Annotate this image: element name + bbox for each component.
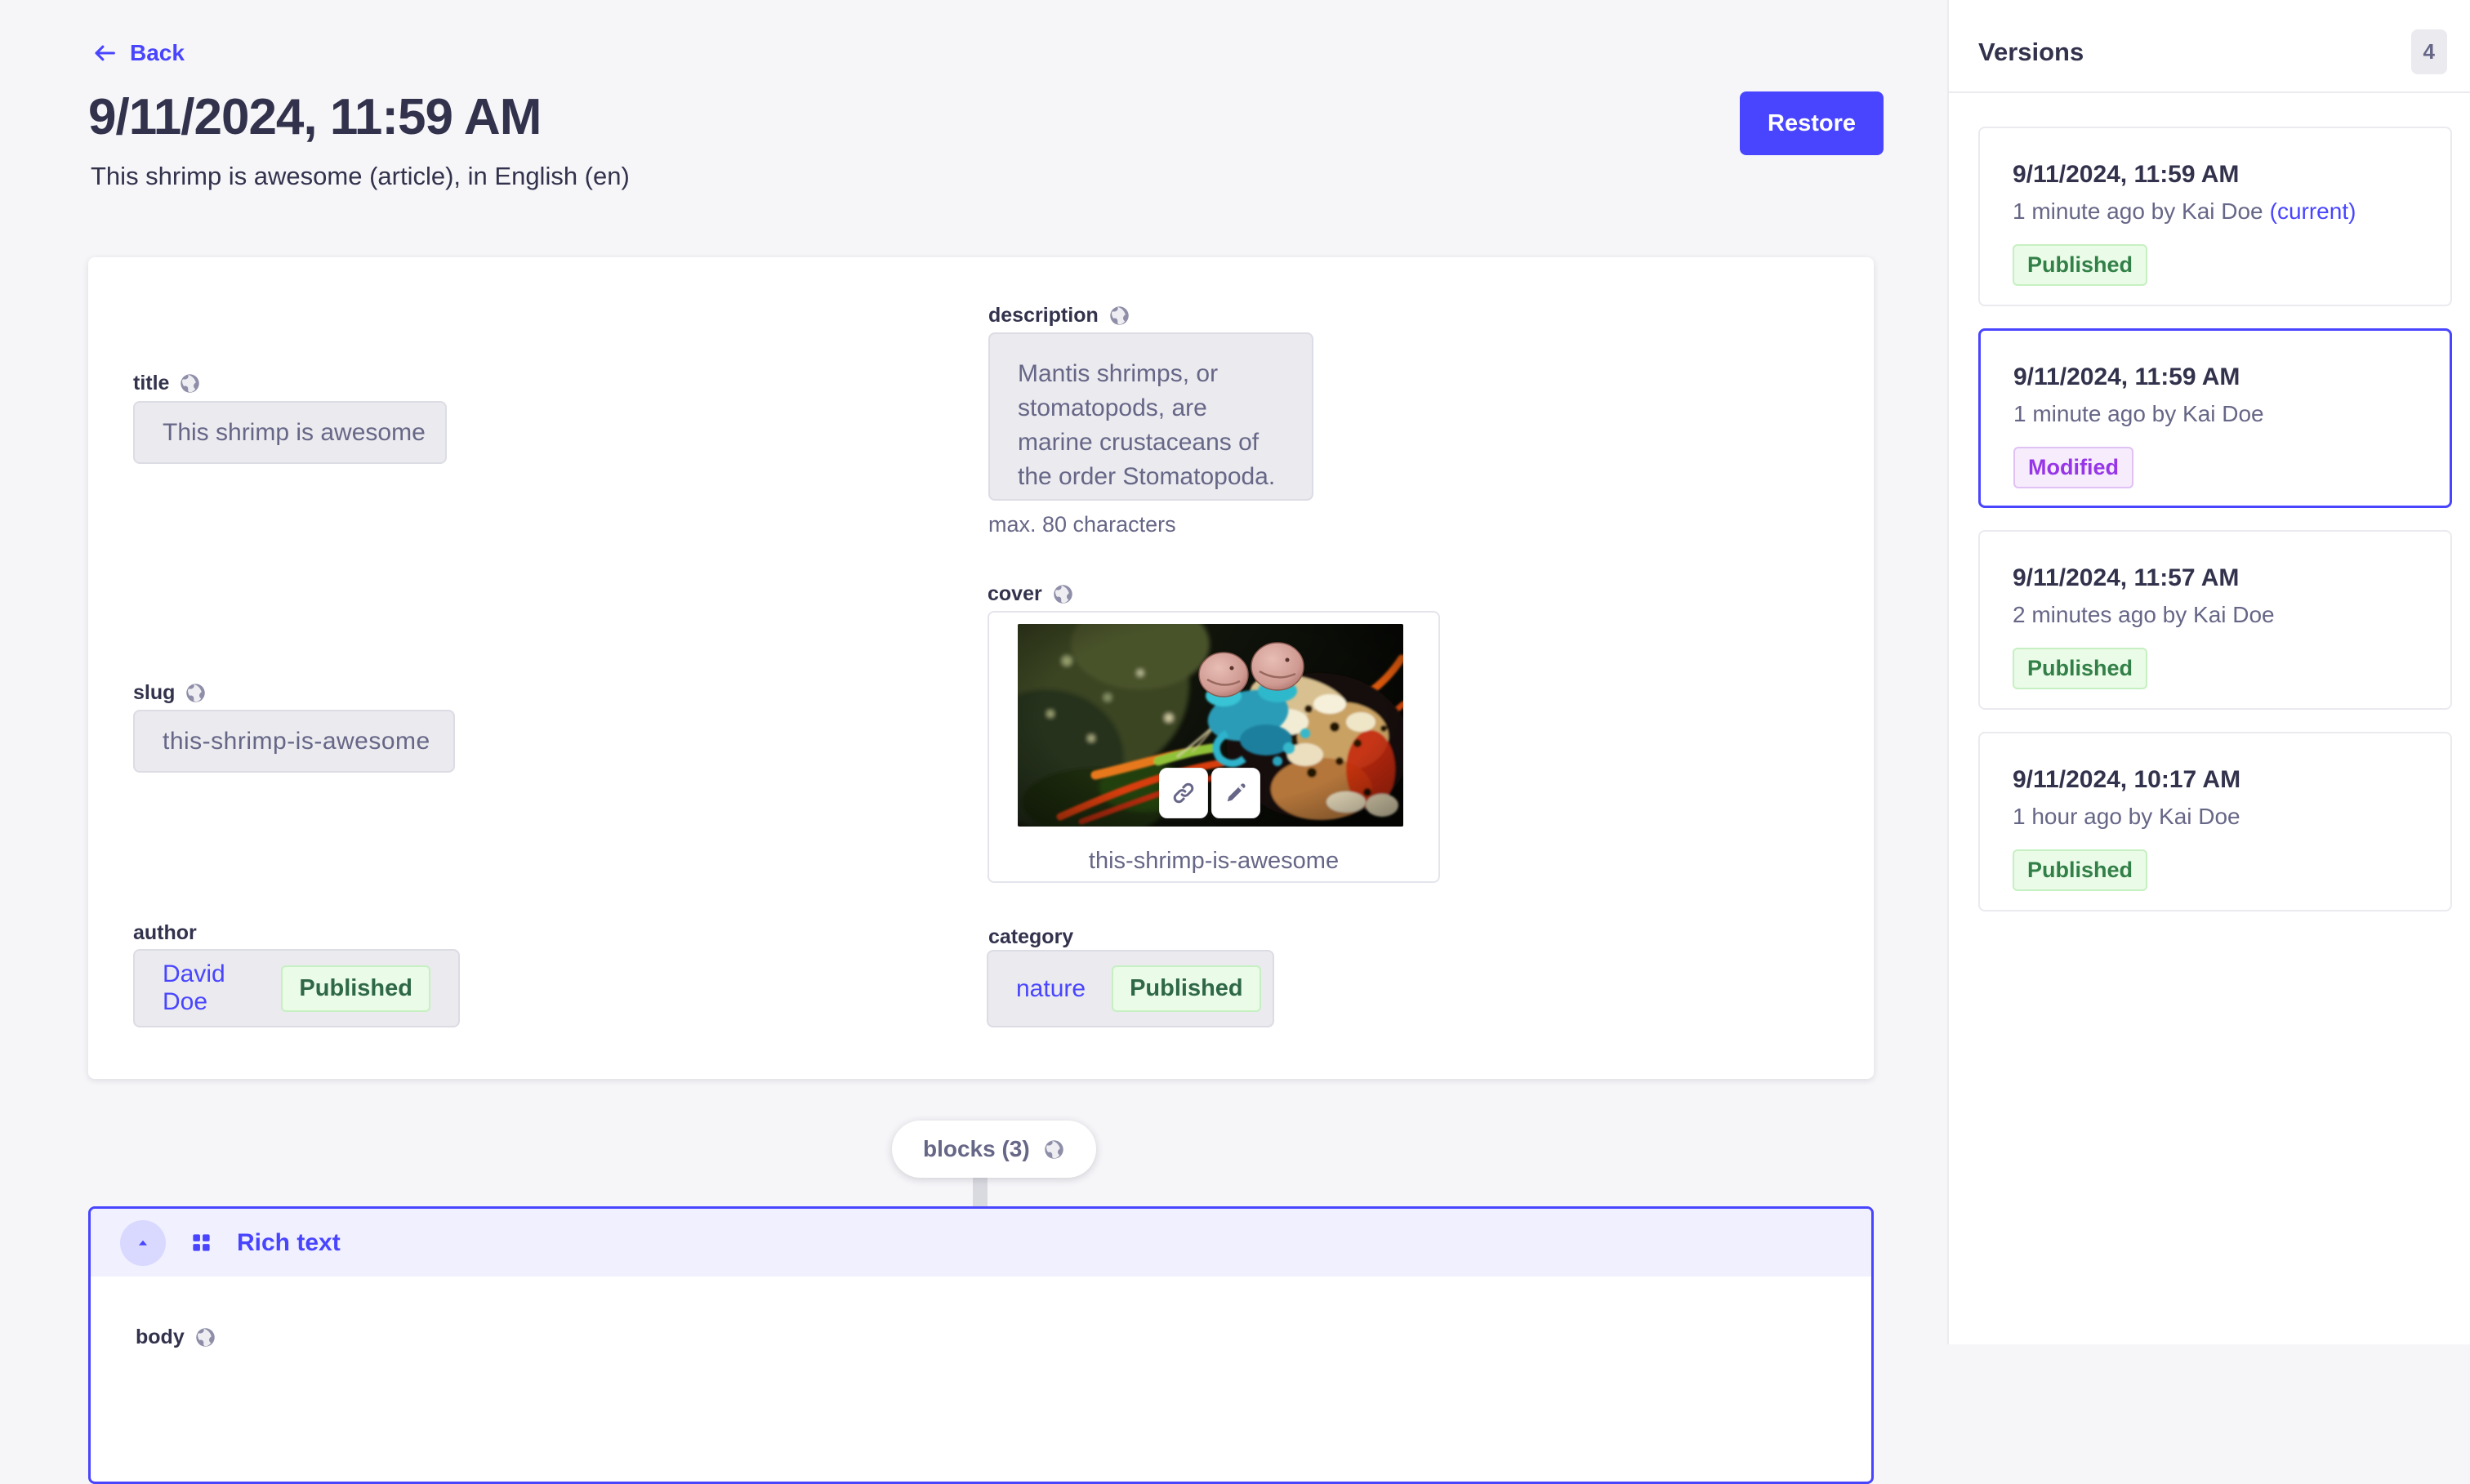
page-title: 9/11/2024, 11:59 AM bbox=[88, 88, 541, 146]
cover-edit-button[interactable] bbox=[1211, 768, 1260, 818]
version-date: 9/11/2024, 10:17 AM bbox=[2013, 766, 2450, 794]
versions-title: Versions bbox=[1978, 38, 2084, 67]
chevron-up-icon bbox=[134, 1234, 152, 1252]
cover-field-label: cover bbox=[988, 582, 1074, 606]
globe-icon bbox=[1052, 583, 1074, 605]
category-relation-box: nature Published bbox=[987, 950, 1274, 1027]
version-status-badge: Published bbox=[2013, 849, 2147, 891]
version-meta: 1 minute ago by Kai Doe(current) bbox=[2013, 198, 2450, 225]
category-status-badge: Published bbox=[1112, 965, 1261, 1012]
rich-text-block-title: Rich text bbox=[237, 1229, 341, 1257]
description-helper: max. 80 characters bbox=[988, 512, 1176, 537]
author-status-badge: Published bbox=[281, 965, 430, 1012]
version-meta: 2 minutes ago by Kai Doe bbox=[2013, 602, 2450, 628]
version-meta: 1 hour ago by Kai Doe bbox=[2013, 804, 2450, 830]
title-input: This shrimp is awesome bbox=[133, 401, 447, 464]
slug-field-label: slug bbox=[133, 681, 207, 705]
author-relation-link[interactable]: David Doe bbox=[163, 960, 255, 1016]
blocks-grid-icon bbox=[190, 1232, 212, 1254]
back-label: Back bbox=[130, 40, 185, 66]
cover-caption: this-shrimp-is-awesome bbox=[989, 848, 1438, 875]
version-status-badge: Published bbox=[2013, 244, 2147, 286]
blocks-connector bbox=[973, 1177, 988, 1209]
pencil-icon bbox=[1224, 781, 1248, 805]
back-link[interactable]: Back bbox=[91, 39, 185, 67]
version-status-badge: Modified bbox=[2013, 447, 2133, 488]
cover-image bbox=[1018, 624, 1403, 827]
version-date: 9/11/2024, 11:59 AM bbox=[2013, 161, 2450, 189]
blocks-pill[interactable]: blocks (3) bbox=[892, 1121, 1096, 1178]
arrow-left-icon bbox=[91, 39, 118, 67]
author-field-label: author bbox=[133, 921, 197, 945]
version-date: 9/11/2024, 11:57 AM bbox=[2013, 564, 2450, 592]
description-field-label: description bbox=[988, 304, 1130, 328]
version-meta: 1 minute ago by Kai Doe bbox=[2013, 401, 2450, 427]
category-field-label: category bbox=[988, 925, 1073, 949]
description-textarea: Mantis shrimps, or stomatopods, are mari… bbox=[988, 332, 1313, 501]
globe-icon bbox=[179, 372, 201, 394]
globe-icon bbox=[194, 1326, 216, 1348]
version-card[interactable]: 9/11/2024, 11:59 AM 1 minute ago by Kai … bbox=[1978, 127, 2452, 306]
body-field-label: body bbox=[136, 1326, 216, 1349]
restore-button[interactable]: Restore bbox=[1740, 91, 1884, 155]
version-card-selected[interactable]: 9/11/2024, 11:59 AM 1 minute ago by Kai … bbox=[1978, 328, 2452, 508]
link-icon bbox=[1171, 781, 1196, 805]
version-card[interactable]: 9/11/2024, 11:57 AM 2 minutes ago by Kai… bbox=[1978, 530, 2452, 710]
globe-icon bbox=[1043, 1139, 1065, 1161]
title-field-label: title bbox=[133, 372, 201, 395]
page-subtitle: This shrimp is awesome (article), in Eng… bbox=[91, 162, 630, 191]
globe-icon bbox=[185, 682, 207, 704]
current-version-link[interactable]: (current) bbox=[2270, 198, 2356, 224]
cover-copy-link-button[interactable] bbox=[1159, 768, 1208, 818]
version-card[interactable]: 9/11/2024, 10:17 AM 1 hour ago by Kai Do… bbox=[1978, 732, 2452, 911]
version-status-badge: Published bbox=[2013, 648, 2147, 689]
rich-text-block-panel: Rich text body bbox=[88, 1206, 1874, 1484]
versions-header: Versions 4 bbox=[1978, 29, 2447, 74]
cover-card: this-shrimp-is-awesome bbox=[988, 611, 1440, 883]
versions-count-badge: 4 bbox=[2411, 29, 2447, 74]
author-relation-box: David Doe Published bbox=[133, 949, 460, 1027]
sidebar-divider bbox=[1949, 91, 2470, 93]
rich-text-block-header[interactable]: Rich text bbox=[91, 1209, 1871, 1277]
collapse-toggle-button[interactable] bbox=[120, 1220, 166, 1266]
blocks-pill-label: blocks (3) bbox=[923, 1136, 1030, 1162]
category-relation-link[interactable]: nature bbox=[1016, 975, 1086, 1003]
globe-icon bbox=[1108, 305, 1130, 327]
entry-form-card: title This shrimp is awesome description… bbox=[88, 257, 1874, 1079]
slug-input: this-shrimp-is-awesome bbox=[133, 710, 455, 773]
version-date: 9/11/2024, 11:59 AM bbox=[2013, 363, 2450, 391]
versions-sidebar: Versions 4 9/11/2024, 11:59 AM 1 minute … bbox=[1947, 0, 2470, 1344]
